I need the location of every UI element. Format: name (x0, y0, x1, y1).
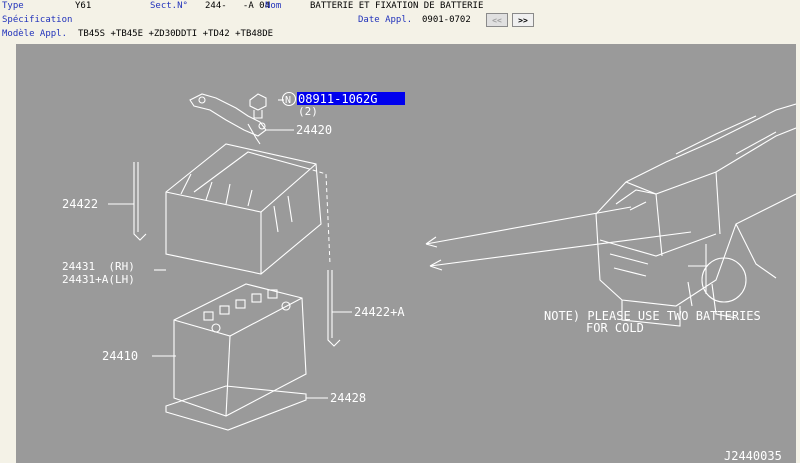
battery-tray-drawing (165, 385, 307, 431)
label-24431-lh[interactable]: 24431+A(LH) (62, 273, 135, 286)
selected-part-number[interactable]: 08911-1062G (298, 92, 377, 106)
selected-part-qty: (2) (298, 105, 318, 118)
modele-label: Modèle Appl. (2, 29, 68, 39)
arrow-left-battery (425, 206, 632, 245)
date-label: Date Appl. (358, 15, 413, 25)
vehicle-drawing (595, 103, 796, 327)
label-24428[interactable]: 24428 (330, 391, 366, 405)
modele-value: TB45S +TB45E +ZD30DDTI +TD42 +TB48DE (78, 29, 274, 39)
nom-value: BATTERIE ET FIXATION DE BATTERIE (310, 1, 484, 11)
rod-24422-drawing (133, 162, 147, 241)
note-line-2: FOR COLD (586, 321, 644, 335)
date-value: 0901-0702 (422, 15, 471, 25)
label-24410[interactable]: 24410 (102, 349, 138, 363)
label-24422[interactable]: 24422 (62, 197, 98, 211)
note-line-1: NOTE) PLEASE USE TWO BATTERIES (544, 309, 761, 323)
arrow-right-battery (429, 231, 692, 267)
label-24431-rh[interactable]: 24431 (RH) (62, 260, 135, 273)
label-24420[interactable]: 24420 (296, 123, 332, 137)
battery-box-drawing (165, 143, 322, 275)
spec-label: Spécification (2, 15, 73, 25)
sect-label: Sect.N° (150, 1, 188, 11)
parts-diagram: 24422 24420 24431 (RH) 24431+A(LH) 24422… (16, 44, 796, 463)
type-value: Y61 (75, 1, 92, 11)
next-page-button[interactable]: >> (512, 13, 534, 27)
catalog-header: Type Y61 Sect.N° 244- -A 04 Nom BATTERIE… (0, 0, 800, 44)
prev-page-button[interactable]: << (486, 13, 508, 27)
rod-24422a-drawing (327, 270, 341, 347)
label-24422a[interactable]: 24422+A (354, 305, 405, 319)
drawing-code: J2440035 (724, 449, 782, 463)
type-label: Type (2, 1, 24, 11)
nom-label: Nom (265, 1, 282, 11)
hold-down-bracket-drawing (189, 93, 267, 145)
sect-value: 244- -A 04 (205, 1, 271, 11)
diagram-drawing: 24422 24420 24431 (RH) 24431+A(LH) 24422… (62, 91, 796, 463)
n-marker: N (285, 95, 291, 106)
